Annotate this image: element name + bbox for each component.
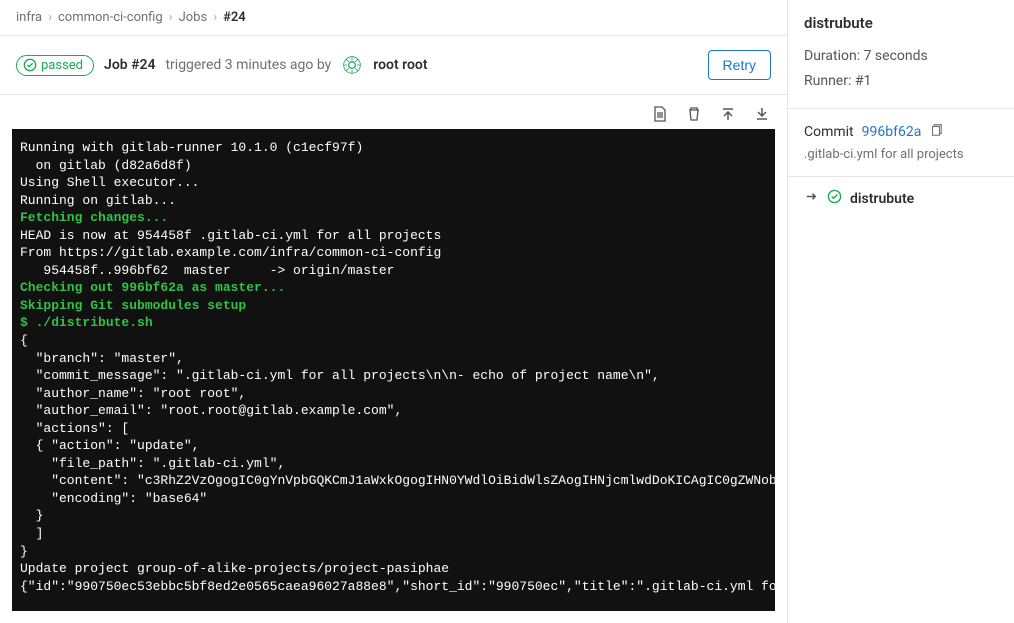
sidebar-commit: Commit 996bf62a .gitlab-ci.yml for all p…: [788, 109, 1014, 177]
duration-value: 7 seconds: [864, 48, 928, 64]
avatar-icon: [342, 55, 362, 75]
log-line: { "action": "update",: [20, 437, 767, 455]
log-line: "file_path": ".gitlab-ci.yml",: [20, 455, 767, 473]
retry-button[interactable]: Retry: [708, 50, 771, 80]
log-line: Using Shell executor...: [20, 174, 767, 192]
log-line: Update project group-of-alike-projects/p…: [20, 560, 767, 578]
job-name: distrubute: [850, 191, 914, 207]
stage-title: distrubute: [804, 14, 998, 32]
log-line: ]: [20, 525, 767, 543]
runner-label: Runner:: [804, 73, 851, 89]
scroll-bottom-icon[interactable]: [753, 105, 771, 123]
commit-sha-link[interactable]: 996bf62a: [862, 124, 922, 140]
commit-message: .gitlab-ci.yml for all projects: [804, 147, 998, 162]
runner-value: #1: [855, 73, 872, 89]
log-line: }: [20, 543, 767, 561]
status-text: passed: [41, 58, 83, 73]
status-passed-icon: [827, 189, 842, 208]
erase-log-icon[interactable]: [685, 105, 703, 123]
chevron-right-icon: ›: [213, 10, 217, 25]
log-line: "author_email": "root.root@gitlab.exampl…: [20, 402, 767, 420]
breadcrumb-group[interactable]: infra: [16, 10, 42, 25]
avatar[interactable]: [341, 54, 363, 76]
copy-icon[interactable]: [929, 123, 943, 141]
job-header: passed Job #24 triggered 3 minutes ago b…: [0, 36, 787, 95]
log-line: HEAD is now at 954458f .gitlab-ci.yml fo…: [20, 227, 767, 245]
breadcrumb-current: #24: [223, 10, 246, 25]
commit-row: Commit 996bf62a: [804, 123, 998, 141]
sidebar-header: distrubute Duration: 7 seconds Runner: #…: [788, 0, 1014, 109]
runner-row: Runner: #1: [804, 69, 998, 94]
log-line: $ ./distribute.sh: [20, 314, 767, 332]
log-line: "commit_message": ".gitlab-ci.yml for al…: [20, 367, 767, 385]
job-log-terminal[interactable]: Running with gitlab-runner 10.1.0 (c1ecf…: [12, 129, 775, 611]
user-link[interactable]: root root: [373, 57, 427, 73]
log-line: 954458f..996bf62 master -> origin/master: [20, 262, 767, 280]
job-title: Job #24: [104, 57, 155, 73]
log-line: {: [20, 332, 767, 350]
log-line: Running with gitlab-runner 10.1.0 (c1ecf…: [20, 139, 767, 157]
scroll-top-icon[interactable]: [719, 105, 737, 123]
duration-label: Duration:: [804, 48, 860, 64]
check-circle-icon: [23, 58, 37, 72]
log-line: "actions": [: [20, 420, 767, 438]
sidebar: distrubute Duration: 7 seconds Runner: #…: [788, 0, 1014, 623]
log-line: Checking out 996bf62a as master...: [20, 279, 767, 297]
commit-label: Commit: [804, 124, 854, 140]
log-line: Skipping Git submodules setup: [20, 297, 767, 315]
log-toolbar: [0, 95, 787, 129]
status-badge[interactable]: passed: [16, 55, 94, 76]
triggered-text: triggered 3 minutes ago by: [165, 57, 331, 73]
breadcrumb: infra › common-ci-config › Jobs › #24: [0, 0, 787, 36]
breadcrumb-section[interactable]: Jobs: [179, 10, 208, 25]
log-line: }: [20, 507, 767, 525]
arrow-right-icon: [804, 189, 819, 208]
log-line: From https://gitlab.example.com/infra/co…: [20, 244, 767, 262]
log-line: "content": "c3RhZ2VzOgogIC0gYnVpbGQKCmJ1…: [20, 472, 767, 490]
chevron-right-icon: ›: [48, 10, 52, 25]
log-line: "branch": "master",: [20, 350, 767, 368]
log-line: {"id":"990750ec53ebbc5bf8ed2e0565caea960…: [20, 578, 767, 596]
sidebar-job-item[interactable]: distrubute: [788, 177, 1014, 220]
chevron-right-icon: ›: [169, 10, 173, 25]
raw-log-icon[interactable]: [651, 105, 669, 123]
duration-row: Duration: 7 seconds: [804, 44, 998, 69]
log-line: "encoding": "base64": [20, 490, 767, 508]
log-line: Fetching changes...: [20, 209, 767, 227]
log-line: "author_name": "root root",: [20, 385, 767, 403]
log-line: on gitlab (d82a6d8f): [20, 157, 767, 175]
breadcrumb-project[interactable]: common-ci-config: [58, 10, 163, 25]
main-content: infra › common-ci-config › Jobs › #24 pa…: [0, 0, 788, 623]
log-line: Running on gitlab...: [20, 192, 767, 210]
